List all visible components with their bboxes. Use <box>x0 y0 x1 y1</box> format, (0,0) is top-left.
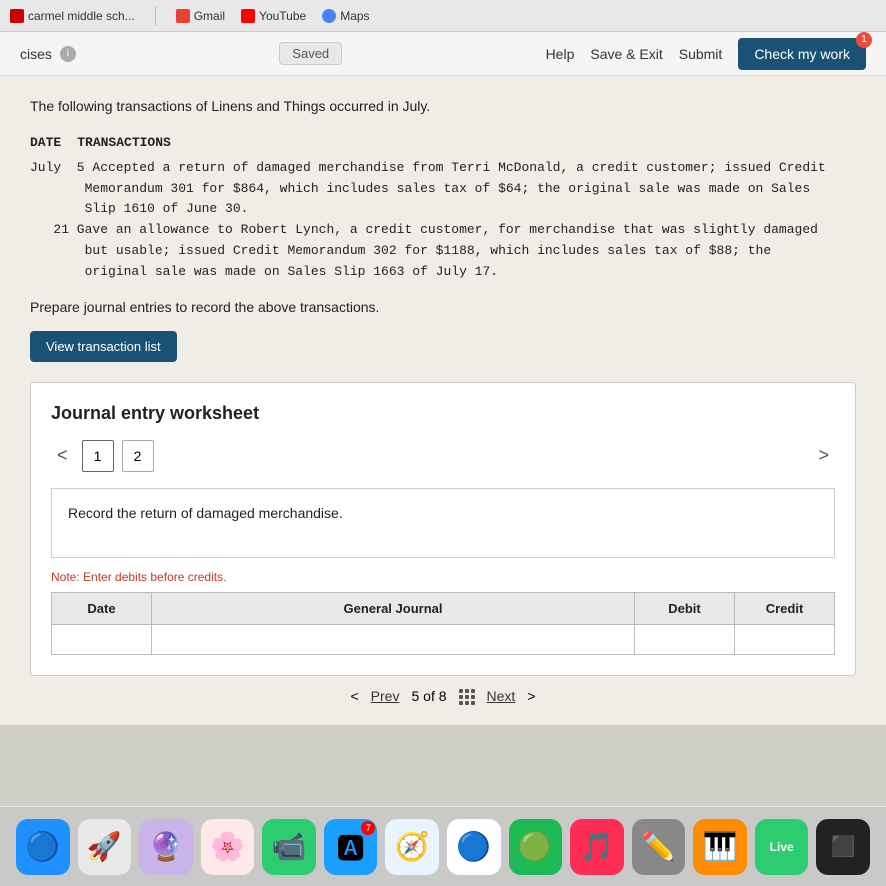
check-my-work-button[interactable]: Check my work 1 <box>738 38 866 70</box>
favicon-youtube <box>241 9 255 23</box>
dock-facetime[interactable]: 📹 <box>262 819 316 875</box>
tab-label-youtube: YouTube <box>259 9 306 23</box>
date-col-header: DATE <box>30 133 61 154</box>
view-transaction-button[interactable]: View transaction list <box>30 331 177 362</box>
favicon-carmel <box>10 9 24 23</box>
tab-next-arrow[interactable]: > <box>812 443 835 468</box>
dock-appstore[interactable]: 🅰 7 <box>324 819 378 875</box>
browser-bar: carmel middle sch... Gmail YouTube Maps <box>0 0 886 32</box>
exercises-label: cises <box>20 46 52 62</box>
cell-credit[interactable] <box>735 624 835 654</box>
cell-debit[interactable] <box>635 624 735 654</box>
header-left: cises i <box>20 46 76 62</box>
tab-divider <box>155 6 156 26</box>
tab-1[interactable]: 1 <box>82 440 114 472</box>
transactions-header: DATE TRANSACTIONS <box>30 133 856 154</box>
transaction1-text: July 5 Accepted a return of damaged merc… <box>30 158 856 220</box>
dock-roblox[interactable]: ⬛ <box>816 819 870 875</box>
tab-nav: < 1 2 > <box>51 440 835 472</box>
worksheet-container: Journal entry worksheet < 1 2 > Record t… <box>30 382 856 676</box>
prepare-text: Prepare journal entries to record the ab… <box>30 299 856 315</box>
dock-music[interactable]: 🎵 <box>570 819 624 875</box>
dock-launchpad[interactable]: 🚀 <box>78 819 132 875</box>
col-credit: Credit <box>735 592 835 624</box>
tab-label-carmel: carmel middle sch... <box>28 9 135 23</box>
cell-journal[interactable] <box>152 624 635 654</box>
col-date: Date <box>52 592 152 624</box>
dock-finder[interactable]: 🔵 <box>16 819 70 875</box>
info-icon[interactable]: i <box>60 46 76 62</box>
favicon-gmail <box>176 9 190 23</box>
tab-2[interactable]: 2 <box>122 440 154 472</box>
browser-tab-maps[interactable]: Maps <box>322 9 369 23</box>
favicon-maps <box>322 9 336 23</box>
dock-live[interactable]: Live <box>755 819 809 875</box>
browser-tab-gmail[interactable]: Gmail <box>176 9 225 23</box>
table-header-row: Date General Journal Debit Credit <box>52 592 835 624</box>
problem-intro: The following transactions of Linens and… <box>30 96 856 117</box>
browser-tab-carmel[interactable]: carmel middle sch... <box>10 9 135 23</box>
cell-date[interactable] <box>52 624 152 654</box>
main-content: The following transactions of Linens and… <box>0 76 886 725</box>
instruction-text: Record the return of damaged merchandise… <box>68 505 343 521</box>
col-debit: Debit <box>635 592 735 624</box>
help-link[interactable]: Help <box>546 46 575 62</box>
note-text: Note: Enter debits before credits. <box>51 570 835 584</box>
transactions-block: DATE TRANSACTIONS July 5 Accepted a retu… <box>30 133 856 283</box>
dock-chrome[interactable]: 🔵 <box>447 819 501 875</box>
browser-tab-youtube[interactable]: YouTube <box>241 9 306 23</box>
dock-badge-appstore: 7 <box>361 821 375 835</box>
tab-prev-arrow[interactable]: < <box>51 443 74 468</box>
save-exit-link[interactable]: Save & Exit <box>590 46 662 62</box>
prev-arrow: < <box>350 688 358 704</box>
instruction-box: Record the return of damaged merchandise… <box>51 488 835 558</box>
dock: 🔵 🚀 🔮 🌸 📹 🅰 7 🧭 🔵 🟢 🎵 ✏️ 🎹 Live ⬛ <box>0 806 886 886</box>
submit-link[interactable]: Submit <box>679 46 723 62</box>
transactions-col-header: TRANSACTIONS <box>77 133 171 154</box>
next-arrow: > <box>527 688 535 704</box>
tab-label-gmail: Gmail <box>194 9 225 23</box>
page-current: 5 of 8 <box>411 688 446 704</box>
prev-link[interactable]: Prev <box>371 688 400 704</box>
dock-photos[interactable]: 🌸 <box>201 819 255 875</box>
dock-siri[interactable]: 🔮 <box>139 819 193 875</box>
grid-icon[interactable] <box>459 688 475 705</box>
dock-safari[interactable]: 🧭 <box>385 819 439 875</box>
header-right: Help Save & Exit Submit Check my work 1 <box>546 38 866 70</box>
pagination: < Prev 5 of 8 Next > <box>30 688 856 705</box>
table-row <box>52 624 835 654</box>
next-link[interactable]: Next <box>487 688 516 704</box>
tab-label-maps: Maps <box>340 9 369 23</box>
transaction2-text: 21 Gave an allowance to Robert Lynch, a … <box>30 220 856 282</box>
worksheet-title: Journal entry worksheet <box>51 403 835 424</box>
saved-badge: Saved <box>279 45 342 63</box>
dock-spotify[interactable]: 🟢 <box>509 819 563 875</box>
check-badge: 1 <box>856 32 872 48</box>
col-journal: General Journal <box>152 592 635 624</box>
journal-table: Date General Journal Debit Credit <box>51 592 835 655</box>
dock-flstudio[interactable]: 🎹 <box>693 819 747 875</box>
app-header: cises i Saved Help Save & Exit Submit Ch… <box>0 32 886 76</box>
dock-pencil[interactable]: ✏️ <box>632 819 686 875</box>
